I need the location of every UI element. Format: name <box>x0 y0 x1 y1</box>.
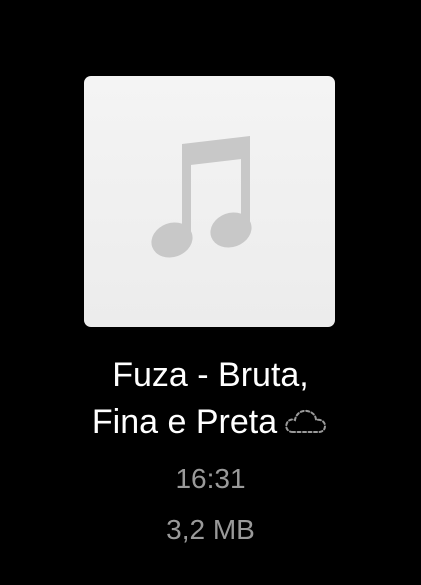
title-line-2: Fina e Preta <box>91 403 278 441</box>
title-line-2-wrapper: Fina e Preta <box>0 399 421 446</box>
duration-label: 16:31 <box>175 463 246 494</box>
file-preview-screen: Fuza - Bruta, Fina e Preta 16:31 3,2 MB <box>0 0 421 585</box>
album-artwork[interactable] <box>84 76 335 327</box>
file-size-label: 3,2 MB <box>166 514 255 545</box>
music-note-icon <box>150 135 252 258</box>
file-title: Fuza - Bruta, Fina e Preta <box>0 352 421 446</box>
cloud-download-icon[interactable] <box>283 407 329 435</box>
title-line-1: Fuza - Bruta, <box>112 356 309 394</box>
